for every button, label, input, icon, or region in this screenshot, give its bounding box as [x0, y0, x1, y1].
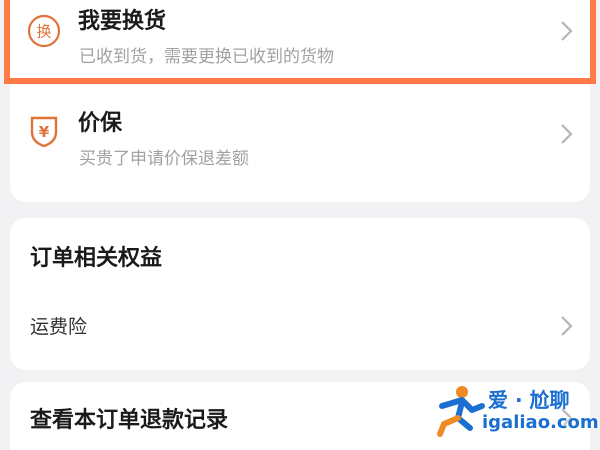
exchange-goods-option[interactable]: 换 我要换货 已收到货，需要更换已收到的货物	[4, 0, 596, 90]
watermark-url-text: igaliao.com	[482, 412, 599, 433]
option-title: 我要换货	[78, 9, 167, 34]
watermark: 爱 · 尬聊 igaliao.com	[436, 380, 599, 442]
price-protection-icon: ¥	[30, 116, 58, 148]
runner-logo-icon	[437, 386, 485, 437]
chevron-right-icon	[561, 21, 573, 41]
option-title: 价保	[78, 111, 123, 136]
exchange-icon-glyph: 换	[36, 23, 51, 41]
exchange-icon: 换	[27, 14, 61, 48]
page: 换 我要换货 已收到货，需要更换已收到的货物 ¥ 价保 买贵了申请价保退差额 订…	[0, 0, 600, 450]
chevron-right-icon	[561, 124, 573, 144]
option-description: 已收到货，需要更换已收到的货物	[79, 47, 334, 67]
service-options-card: 换 我要换货 已收到货，需要更换已收到的货物 ¥ 价保 买贵了申请价保退差额	[4, 0, 596, 202]
refund-records-title: 查看本订单退款记录	[30, 408, 229, 433]
chevron-right-icon	[561, 316, 573, 336]
section-title: 订单相关权益	[30, 246, 163, 271]
shipping-insurance-item[interactable]: 运费险	[10, 302, 590, 352]
shipping-insurance-label: 运费险	[30, 316, 88, 338]
option-description: 买贵了申请价保退差额	[79, 149, 249, 169]
price-protection-option[interactable]: ¥ 价保 买贵了申请价保退差额	[10, 92, 590, 180]
yen-glyph: ¥	[39, 123, 50, 141]
watermark-brand-text: 爱 · 尬聊	[488, 388, 570, 412]
order-benefits-card: 订单相关权益 运费险	[10, 218, 590, 370]
